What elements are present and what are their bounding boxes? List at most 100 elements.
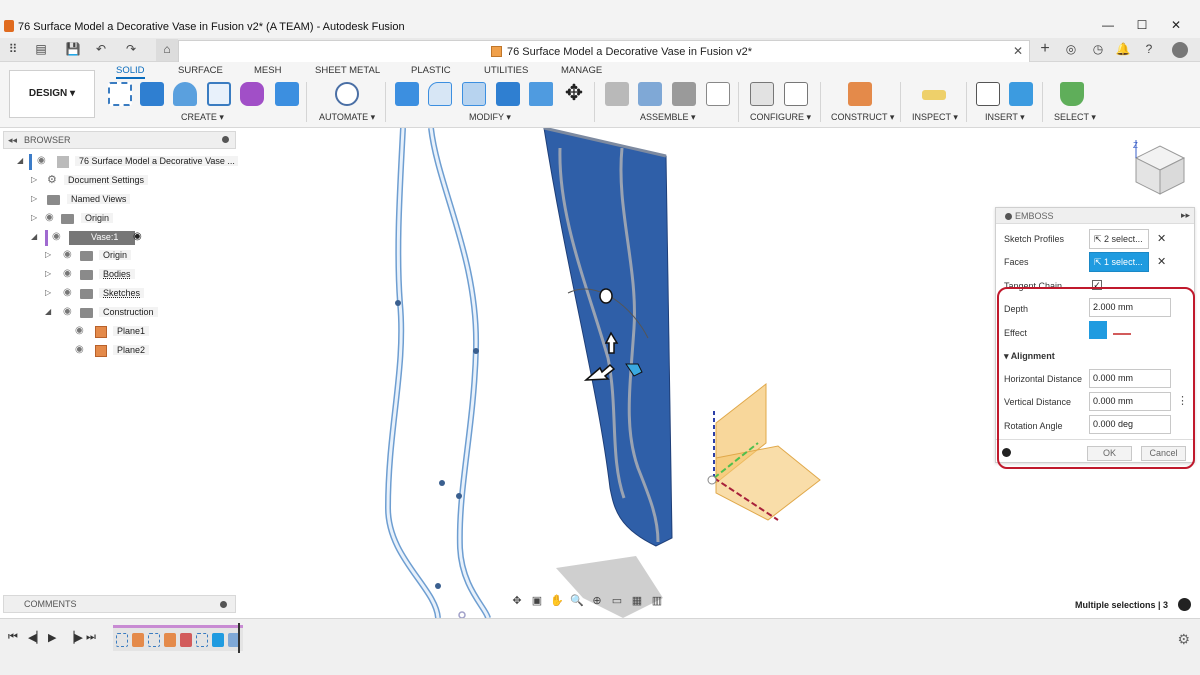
create-sketch-icon[interactable] [108, 82, 132, 106]
browser-item-bodies[interactable]: ▷ ◉ Bodies [45, 267, 195, 283]
collapse-panel-icon[interactable]: ◂◂ [8, 135, 17, 146]
clear-profiles-icon[interactable]: ✕ [1157, 232, 1166, 245]
browser-item-document-settings[interactable]: ▷ ⚙ Document Settings [31, 173, 191, 189]
play-icon[interactable]: ▶ [48, 631, 56, 644]
orbit-icon[interactable]: ✥ [507, 594, 527, 607]
browser-item-named-views[interactable]: ▷ Named Views [31, 192, 191, 208]
emboss-dialog-header[interactable]: EMBOSS ▸▸ [996, 208, 1194, 224]
timeline-plane-icon[interactable] [164, 633, 176, 647]
assemble-menu[interactable]: ASSEMBLE ▾ [640, 112, 696, 123]
move-copy-icon[interactable]: ✥ [562, 82, 586, 106]
as-built-joint-icon[interactable] [672, 82, 696, 106]
browser-root-item[interactable]: ◢ ◉ 76 Surface Model a Decorative Vase .… [17, 154, 239, 170]
activate-component-icon[interactable]: ◉ [133, 231, 142, 242]
configure-menu[interactable]: CONFIGURE ▾ [750, 112, 811, 123]
visibility-eye-icon[interactable]: ◉ [37, 155, 46, 166]
pin-icon[interactable] [220, 601, 227, 608]
view-cube[interactable]: Z [1133, 140, 1186, 195]
tab-utilities[interactable]: UTILITIES [484, 65, 528, 76]
timeline-feature-icon[interactable] [180, 633, 192, 647]
maximize-button[interactable]: ☐ [1132, 18, 1152, 34]
tab-sheet-metal[interactable]: SHEET METAL [315, 65, 380, 76]
form-icon[interactable] [240, 82, 264, 106]
step-back-icon[interactable]: ◀▏ [28, 631, 45, 644]
pan-icon[interactable]: ✋ [547, 594, 567, 607]
visibility-eye-icon[interactable]: ◉ [63, 249, 72, 260]
extrude-icon[interactable] [140, 82, 164, 106]
browser-panel-header[interactable]: ◂◂ BROWSER [3, 131, 236, 149]
comments-panel-header[interactable]: COMMENTS [3, 595, 236, 613]
new-component-icon[interactable] [605, 82, 629, 106]
help-icon[interactable]: ? [1140, 42, 1158, 58]
tab-plastic[interactable]: PLASTIC [411, 65, 451, 76]
press-pull-icon[interactable] [395, 82, 419, 106]
close-tab-icon[interactable]: ✕ [1013, 44, 1023, 58]
browser-item-sketches[interactable]: ▷ ◉ Sketches [45, 286, 195, 302]
save-icon[interactable]: 💾 [64, 42, 82, 58]
sweep-icon[interactable] [207, 82, 231, 106]
file-menu-icon[interactable]: ▤ [32, 42, 50, 58]
minimize-button[interactable]: — [1098, 18, 1118, 34]
browser-item-construction[interactable]: ◢ ◉ Construction [45, 305, 195, 321]
tab-manage[interactable]: MANAGE [561, 65, 602, 76]
browser-item-plane1[interactable]: ◉ Plane1 [61, 324, 171, 340]
go-to-start-icon[interactable]: ⏮ [8, 631, 18, 644]
sketch-profiles-selector[interactable]: ⇱ 2 select... [1089, 229, 1149, 249]
workspace-switcher[interactable]: DESIGN ▾ [9, 70, 95, 118]
visibility-eye-icon[interactable]: ◉ [75, 344, 84, 355]
box-icon[interactable] [275, 82, 299, 106]
step-forward-icon[interactable]: ▕▶ [66, 631, 83, 644]
dialog-pin-icon[interactable] [1005, 213, 1012, 220]
browser-item-plane2[interactable]: ◉ Plane2 [61, 343, 171, 359]
visibility-eye-icon[interactable]: ◉ [63, 268, 72, 279]
close-window-button[interactable]: ✕ [1166, 18, 1186, 34]
measure-icon[interactable] [922, 90, 946, 100]
look-at-icon[interactable]: ▣ [527, 594, 547, 607]
pin-icon[interactable] [222, 136, 229, 143]
insert-menu[interactable]: INSERT ▾ [985, 112, 1025, 123]
chamfer-icon[interactable] [462, 82, 486, 106]
tab-mesh[interactable]: MESH [254, 65, 281, 76]
extensions-icon[interactable]: ◎ [1062, 42, 1080, 58]
inspect-menu[interactable]: INSPECT ▾ [912, 112, 958, 123]
tab-surface[interactable]: SURFACE [178, 65, 223, 76]
fillet-icon[interactable] [428, 82, 452, 106]
redo-icon[interactable]: ↷ [122, 42, 140, 58]
zoom-window-icon[interactable]: ⊕ [587, 594, 607, 607]
insert-image-icon[interactable] [1009, 82, 1033, 106]
new-tab-icon[interactable]: + [1036, 40, 1054, 57]
automate-icon[interactable] [335, 82, 359, 106]
joint-origin-icon[interactable] [706, 82, 730, 106]
construct-menu[interactable]: CONSTRUCT ▾ [831, 112, 894, 123]
visibility-eye-icon[interactable]: ◉ [45, 212, 54, 223]
visibility-eye-icon[interactable]: ◉ [63, 306, 72, 317]
timeline-sketch-icon[interactable] [148, 633, 160, 647]
timeline-settings-gear-icon[interactable]: ⚙ [1177, 631, 1190, 648]
browser-item-origin[interactable]: ▷ ◉ Origin [31, 211, 191, 227]
insert-derive-icon[interactable] [976, 82, 1000, 106]
timeline-marker[interactable] [238, 623, 246, 653]
automate-menu[interactable]: AUTOMATE ▾ [319, 112, 375, 123]
display-settings-icon[interactable]: ▭ [607, 594, 627, 607]
configure-icon[interactable] [750, 82, 774, 106]
visibility-eye-icon[interactable]: ◉ [63, 287, 72, 298]
tab-solid[interactable]: SOLID [116, 65, 145, 79]
grid-snaps-icon[interactable]: ▦ [627, 594, 647, 607]
faces-selector[interactable]: ⇱ 1 select... [1089, 252, 1149, 272]
joint-icon[interactable] [638, 82, 662, 106]
shell-icon[interactable] [496, 82, 520, 106]
job-status-icon[interactable]: ◷ [1089, 42, 1107, 58]
timeline-plane-icon[interactable] [132, 633, 144, 647]
timeline-emboss-icon[interactable] [212, 633, 224, 647]
data-panel-grid-icon[interactable]: ⠿ [4, 42, 22, 58]
go-to-end-icon[interactable]: ⏭ [86, 631, 96, 644]
timeline-history[interactable] [113, 625, 243, 651]
offset-plane-icon[interactable] [848, 82, 872, 106]
revolve-icon[interactable] [173, 82, 197, 106]
avatar[interactable] [1172, 42, 1188, 58]
browser-item-vase-origin[interactable]: ▷ ◉ Origin [45, 248, 195, 264]
zoom-icon[interactable]: 🔍 [567, 594, 587, 607]
home-icon[interactable]: ⌂ [156, 39, 178, 61]
undo-icon[interactable]: ↶ [92, 42, 110, 58]
combine-icon[interactable] [529, 82, 553, 106]
